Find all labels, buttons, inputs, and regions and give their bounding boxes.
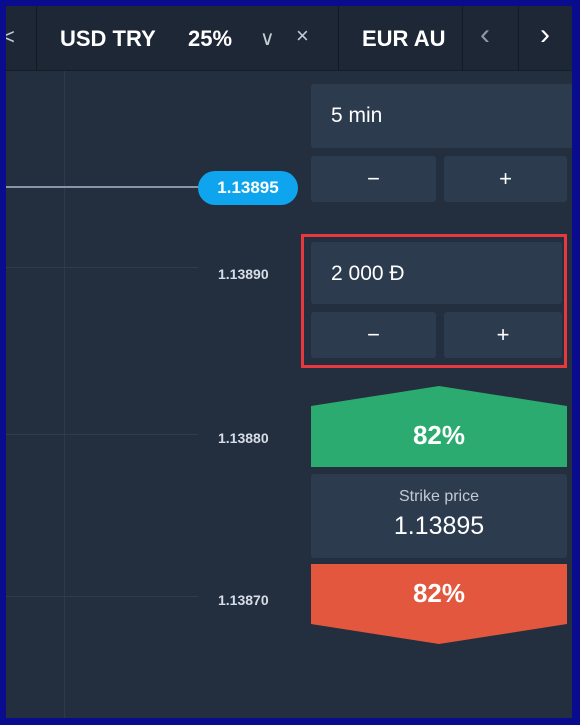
strike-price-label: Strike price	[398, 488, 480, 505]
strike-price-panel: Strike price 1.13895	[311, 474, 567, 558]
tab-divider	[462, 6, 463, 70]
asset-tab-bar: < USD TRY 25% ∨ × EUR AU ‹ ›	[6, 6, 572, 71]
put-button[interactable]: 82%	[311, 564, 567, 644]
chevron-right-icon[interactable]: ›	[540, 18, 550, 52]
amount-highlight-box	[301, 234, 567, 368]
chevron-down-icon[interactable]: ∨	[260, 26, 275, 51]
duration-value: 5 min	[331, 104, 383, 127]
close-icon[interactable]: ×	[296, 23, 309, 49]
tab-divider	[36, 6, 37, 70]
current-price-badge: 1.13895	[198, 171, 298, 205]
call-button[interactable]: 82%	[311, 386, 567, 467]
price-chart[interactable]: 1.13895 1.13890 1.13880 1.13870	[6, 71, 306, 718]
duration-field[interactable]: 5 min	[311, 84, 572, 148]
asset-payout: 25%	[188, 26, 233, 51]
duration-decrease-button[interactable]: −	[311, 156, 436, 202]
price-tick: 1.13890	[218, 266, 269, 282]
price-tick: 1.13870	[218, 592, 269, 608]
grid-line	[6, 267, 198, 268]
current-price-line	[6, 186, 206, 188]
grid-line-vertical	[64, 71, 65, 718]
grid-line	[6, 434, 198, 435]
chevron-left-icon[interactable]: ‹	[480, 18, 490, 52]
trading-window: < USD TRY 25% ∨ × EUR AU ‹ › 1.13895 1.1…	[6, 6, 572, 718]
tab-divider	[518, 6, 519, 70]
duration-increase-button[interactable]: +	[444, 156, 567, 202]
strike-price-value: 1.13895	[393, 512, 485, 540]
tab-eur-au[interactable]: EUR AU	[362, 26, 446, 52]
asset-name: USD TRY	[60, 26, 156, 51]
scroll-left-icon[interactable]: <	[6, 24, 15, 50]
grid-line	[6, 596, 198, 597]
price-tick: 1.13880	[218, 430, 269, 446]
tab-divider	[338, 6, 339, 70]
